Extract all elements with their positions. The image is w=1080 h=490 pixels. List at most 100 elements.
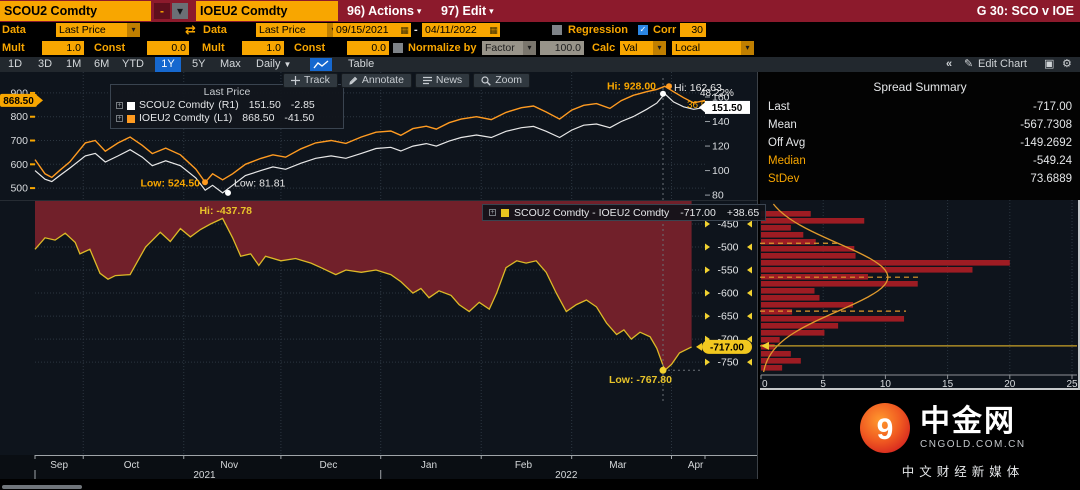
calc-label: Calc: [592, 40, 615, 56]
currency-select[interactable]: Local▾: [672, 41, 754, 55]
svg-text:Mar: Mar: [609, 460, 627, 471]
operator-caret-icon[interactable]: ▾: [172, 3, 188, 19]
tab-5y[interactable]: 5Y: [192, 57, 205, 72]
magnifier-icon: [481, 76, 491, 86]
news-icon: [423, 76, 432, 85]
security2-input[interactable]: IOEU2 Comdty: [196, 1, 338, 21]
svg-text:Jan: Jan: [421, 460, 437, 471]
svg-text:20: 20: [1004, 379, 1016, 388]
snapshot-icon[interactable]: ▣: [1044, 57, 1054, 72]
tab-6m[interactable]: 6M: [94, 57, 109, 72]
cngold-logo: 9 中金网 CNGOLD.COM.CN 中文财经新媒体: [858, 401, 1068, 480]
annotate-button[interactable]: Annotate: [341, 73, 412, 88]
logo-domain: CNGOLD.COM.CN: [920, 439, 1026, 450]
const1-input[interactable]: 0.0: [147, 41, 189, 55]
tab-1d[interactable]: 1D: [8, 57, 22, 72]
data-label-1: Data: [2, 22, 26, 38]
expand-icon[interactable]: +: [116, 102, 123, 109]
gear-icon[interactable]: ⚙: [1062, 57, 1072, 72]
svg-text:-650: -650: [717, 311, 738, 323]
line-chart-icon[interactable]: [310, 58, 332, 71]
field1-select[interactable]: Last Price▾: [56, 23, 140, 37]
svg-text:15: 15: [942, 379, 954, 388]
spread-chart-panel[interactable]: Hi: -437.78Low: -767.80-450-500-550-600-…: [0, 200, 757, 455]
edit-menu[interactable]: 97) Edit▾: [441, 0, 494, 22]
const-label-2: Const: [294, 40, 325, 56]
tab-1m[interactable]: 1M: [66, 57, 81, 72]
regression-checkbox[interactable]: [552, 25, 562, 35]
mult-row: Mult 1.0 Const 0.0 Mult 1.0 Const 0.0 No…: [0, 40, 1080, 57]
panel-divider: [757, 72, 758, 479]
annotate-pencil-icon: [349, 76, 358, 85]
tab-table[interactable]: Table: [348, 57, 374, 72]
const-label-1: Const: [94, 40, 125, 56]
corr-label: Corr: [653, 22, 676, 38]
summary-row-median: Median-549.24: [768, 154, 1072, 168]
const2-input[interactable]: 0.0: [347, 41, 389, 55]
legend-row-ioeu2[interactable]: + IOEU2 Comdty (L1) 868.50 -41.50: [116, 112, 338, 125]
field2-select[interactable]: Last Price▾: [256, 23, 340, 37]
svg-text:500: 500: [10, 183, 28, 195]
svg-text:Nov: Nov: [220, 460, 238, 471]
tab-3d[interactable]: 3D: [38, 57, 52, 72]
histogram-svg[interactable]: 0510152025: [760, 200, 1078, 388]
track-button[interactable]: Track: [283, 73, 338, 88]
svg-text:25: 25: [1066, 379, 1078, 388]
svg-text:600: 600: [10, 159, 28, 171]
cngold-logo-icon: 9: [858, 401, 912, 455]
expand-icon[interactable]: +: [489, 209, 496, 216]
date-to-input[interactable]: 04/11/2022▦: [422, 23, 500, 37]
mult1-input[interactable]: 1.0: [42, 41, 84, 55]
expand-icon[interactable]: +: [116, 115, 123, 122]
zoom-button[interactable]: Zoom: [473, 73, 530, 88]
price-legend[interactable]: Last Price + SCOU2 Comdty (R1) 151.50 -2…: [110, 84, 344, 129]
caret-down-icon[interactable]: ▾: [523, 41, 536, 55]
caret-down-icon[interactable]: ▾: [741, 41, 754, 55]
mult2-input[interactable]: 1.0: [242, 41, 284, 55]
series-swatch-white: [127, 102, 135, 110]
distribution-histogram-panel[interactable]: 0510152025: [760, 200, 1080, 390]
corr-window-input[interactable]: 30: [680, 23, 706, 37]
caret-down-icon[interactable]: ▾: [653, 41, 666, 55]
spread-summary-panel: Spread Summary Last-717.00 Mean-567.7308…: [760, 72, 1080, 200]
operator-button[interactable]: -: [154, 3, 170, 19]
svg-text:120: 120: [712, 141, 730, 153]
svg-text:Dec: Dec: [320, 460, 338, 471]
pencil-icon[interactable]: ✎: [964, 57, 973, 72]
tab-1y[interactable]: 1Y: [155, 57, 181, 72]
calendar-icon[interactable]: ▦: [398, 23, 411, 37]
horizontal-scrollbar[interactable]: [2, 485, 82, 489]
swap-icon[interactable]: ⇄: [185, 22, 196, 37]
securities-bar: SCOU2 Comdty - ▾ IOEU2 Comdty 96) Action…: [0, 0, 1080, 22]
edit-chart-button[interactable]: Edit Chart: [978, 57, 1027, 72]
svg-text:10: 10: [880, 379, 892, 388]
svg-text:-600: -600: [717, 288, 738, 300]
normalize-checkbox[interactable]: [393, 43, 403, 53]
factor-select[interactable]: Factor▾: [482, 41, 536, 55]
svg-text:-717.00: -717.00: [710, 342, 744, 353]
security1-input[interactable]: SCOU2 Comdty: [0, 1, 151, 21]
svg-text:Feb: Feb: [515, 460, 533, 471]
caret-down-icon: ▾: [489, 6, 494, 16]
spread-legend[interactable]: + SCOU2 Comdty - IOEU2 Comdty -717.00 +3…: [482, 204, 766, 221]
tab-ytd[interactable]: YTD: [122, 57, 144, 72]
period-select[interactable]: Daily ▼: [256, 57, 291, 72]
summary-row-stdev: StDev73.6889: [768, 172, 1072, 186]
actions-menu[interactable]: 96) Actions▾: [347, 0, 421, 22]
caret-down-icon: ▾: [417, 6, 422, 16]
tab-max[interactable]: Max: [220, 57, 241, 72]
spread-chart-svg[interactable]: Hi: -437.78Low: -767.80-450-500-550-600-…: [0, 201, 757, 456]
news-button[interactable]: News: [415, 73, 470, 88]
collapse-panel-icon[interactable]: «: [946, 57, 952, 72]
series-swatch-orange: [127, 115, 135, 123]
data-label-2: Data: [203, 22, 227, 38]
date-from-input[interactable]: 09/15/2021▦: [333, 23, 411, 37]
caret-down-icon[interactable]: ▾: [127, 23, 140, 37]
legend-row-scou2[interactable]: + SCOU2 Comdty (R1) 151.50 -2.85: [116, 99, 338, 112]
corr-checkbox[interactable]: ✓: [638, 25, 648, 35]
calendar-icon[interactable]: ▦: [487, 23, 500, 37]
svg-text:5: 5: [820, 379, 826, 388]
factor-value-input[interactable]: 100.0: [540, 41, 584, 55]
calc-select[interactable]: Val▾: [620, 41, 666, 55]
svg-text:48.22%: 48.22%: [700, 88, 734, 99]
